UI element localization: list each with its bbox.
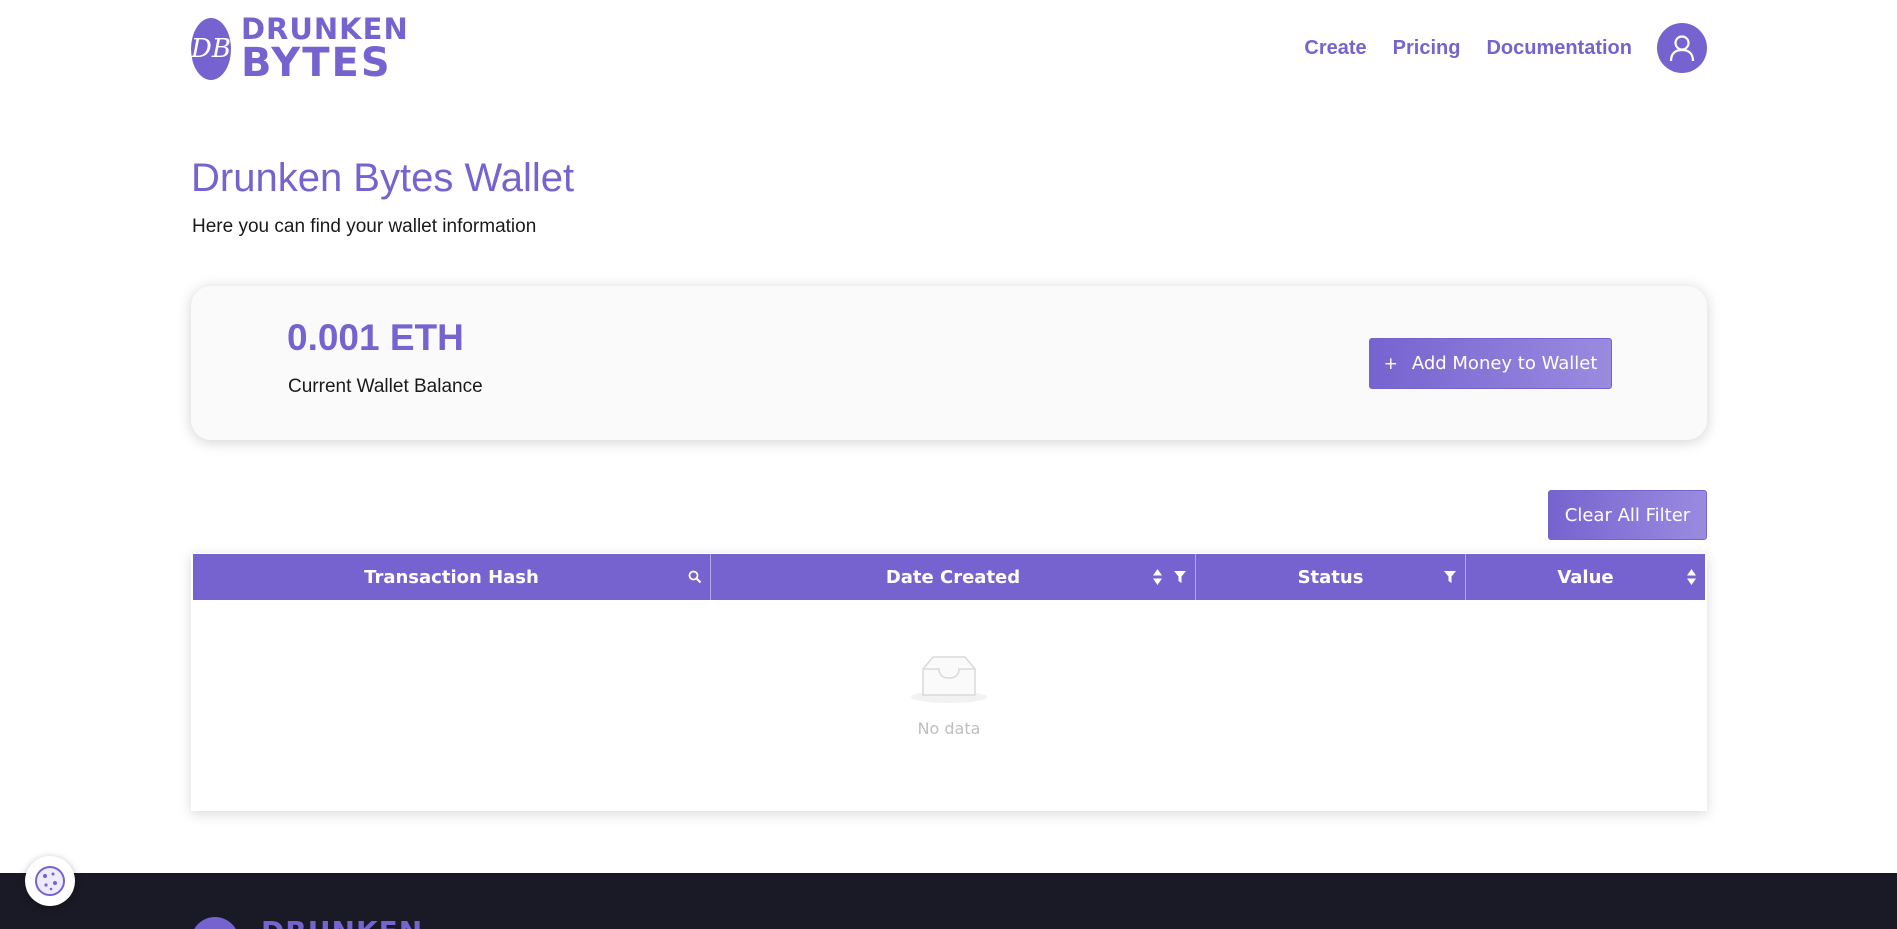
column-label: Value — [1557, 566, 1614, 588]
clear-all-filter-label: Clear All Filter — [1564, 504, 1691, 526]
footer-logo-text: DRUNKEN — [261, 915, 423, 929]
filter-icon[interactable] — [1443, 570, 1457, 584]
nav-documentation-link[interactable]: Documentation — [1486, 37, 1632, 60]
logo-line-2: BYTES — [240, 39, 392, 86]
column-header-date-created[interactable]: Date Created — [711, 554, 1196, 600]
user-icon — [1669, 35, 1695, 62]
add-money-button-label: Add Money to Wallet — [1411, 353, 1598, 374]
transactions-table: Transaction Hash Date Created Status Val… — [191, 553, 1707, 811]
empty-inbox-icon — [911, 656, 987, 703]
main-nav: Create Pricing Documentation — [1304, 23, 1707, 73]
footer-logo-badge — [191, 917, 239, 929]
cookie-settings-button[interactable] — [25, 856, 75, 906]
logo-monogram: DB — [191, 34, 231, 64]
add-money-button[interactable]: + Add Money to Wallet — [1369, 338, 1612, 389]
filter-icon[interactable] — [1173, 570, 1187, 584]
footer-logo[interactable]: DRUNKEN — [191, 915, 423, 929]
empty-state: No data — [191, 653, 1707, 738]
brand-logo[interactable]: DB DRUNKEN BYTES — [191, 15, 408, 83]
table-header: Transaction Hash Date Created Status Val… — [193, 554, 1705, 600]
column-header-status[interactable]: Status — [1196, 554, 1466, 600]
footer: DRUNKEN — [0, 873, 1897, 929]
column-header-transaction-hash[interactable]: Transaction Hash — [193, 554, 711, 600]
nav-pricing-link[interactable]: Pricing — [1393, 37, 1461, 60]
clear-all-filter-button[interactable]: Clear All Filter — [1548, 490, 1707, 540]
column-header-value[interactable]: Value — [1466, 554, 1705, 600]
logo-wordmark: DRUNKEN BYTES — [240, 15, 409, 86]
nav-create-link[interactable]: Create — [1304, 37, 1366, 60]
page-title: Drunken Bytes Wallet — [191, 156, 575, 200]
sort-icon[interactable] — [1686, 568, 1697, 586]
search-icon[interactable] — [688, 570, 702, 584]
plus-icon: + — [1383, 353, 1398, 374]
empty-state-text: No data — [917, 719, 981, 738]
column-label: Status — [1297, 566, 1364, 588]
sort-icon[interactable] — [1152, 568, 1163, 586]
column-label: Transaction Hash — [364, 566, 539, 588]
wallet-balance-amount: 0.001 ETH — [287, 317, 464, 358]
wallet-balance-card: 0.001 ETH Current Wallet Balance + Add M… — [191, 286, 1707, 440]
column-label: Date Created — [885, 566, 1021, 588]
cookie-icon — [35, 866, 65, 896]
wallet-balance-label: Current Wallet Balance — [288, 376, 483, 397]
user-avatar-button[interactable] — [1657, 23, 1707, 73]
header: DB DRUNKEN BYTES Create Pricing Document… — [0, 0, 1897, 100]
page-subtitle: Here you can find your wallet informatio… — [192, 216, 537, 237]
logo-badge: DB — [191, 18, 231, 80]
